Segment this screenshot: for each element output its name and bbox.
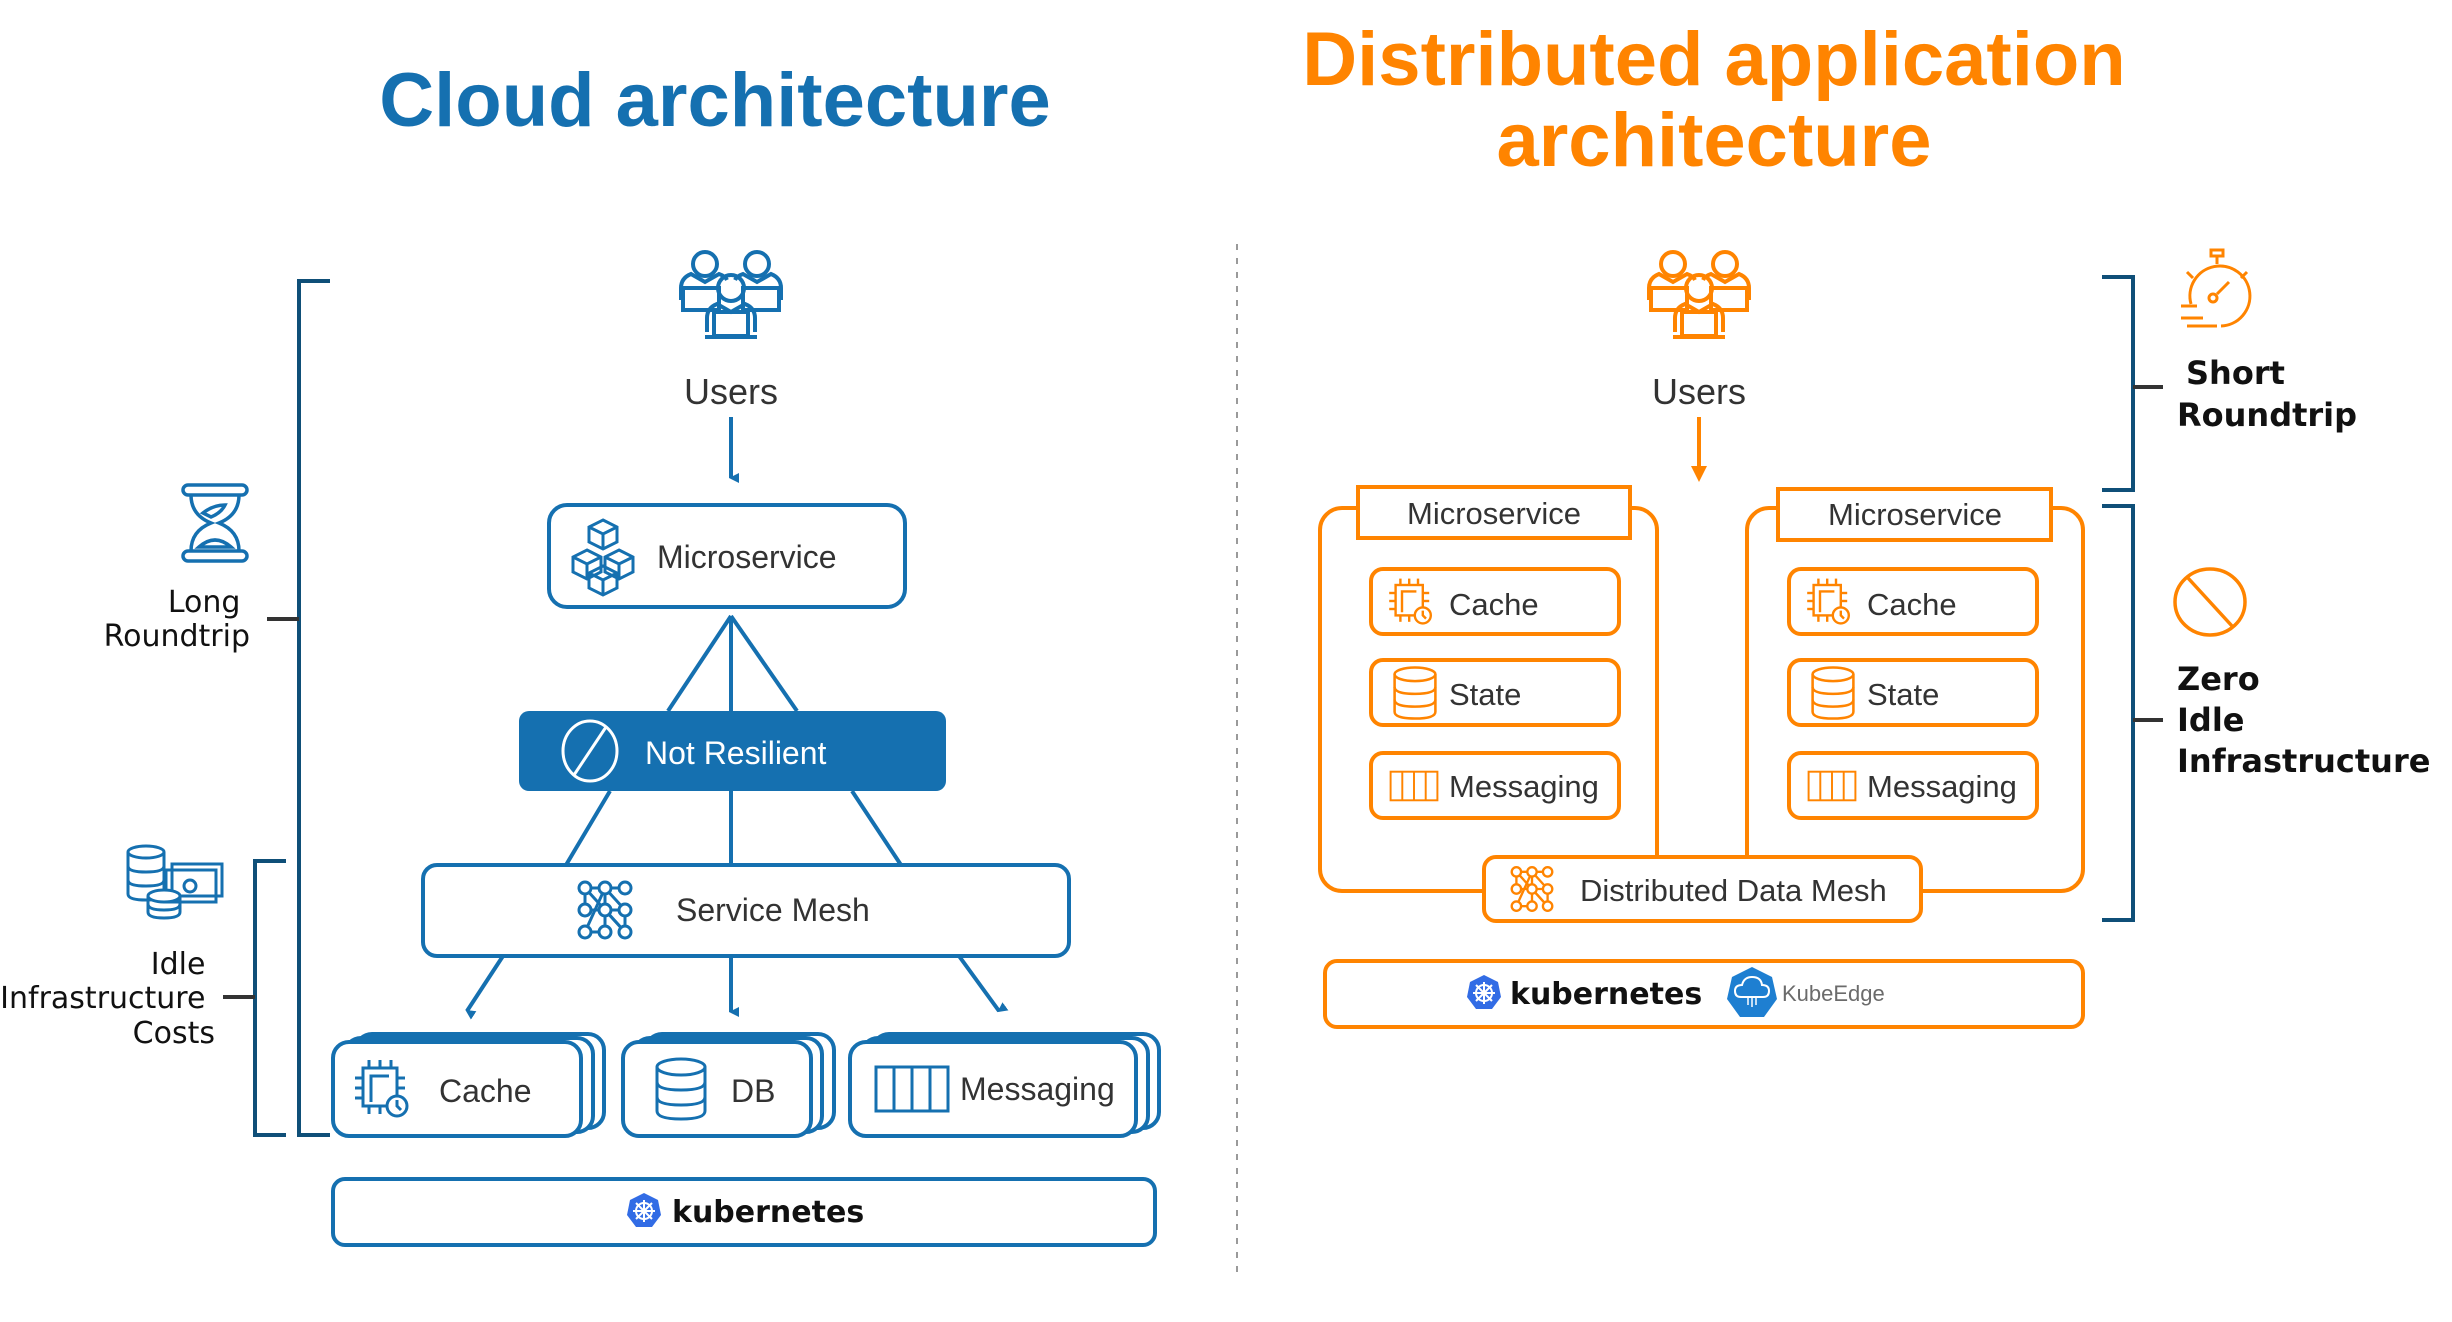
component-state[interactable]: State [1369, 658, 1621, 727]
not-resilient-label: Not Resilient [645, 735, 827, 771]
zero-idle-line: Idle [2177, 701, 2244, 739]
left-title: Cloud architecture [379, 58, 1050, 143]
hourglass-icon [181, 483, 249, 563]
idle-costs-line: Costs [133, 1016, 215, 1051]
left-service-db[interactable]: DB [621, 1032, 836, 1138]
not-resilient-badge: Not Resilient [519, 711, 946, 791]
right-microservice-container-2[interactable]: Microservice Cache State Messaging [1745, 487, 2085, 893]
component-label: State [1867, 677, 1939, 712]
distributed-data-mesh-box[interactable]: Distributed Data Mesh [1482, 855, 1923, 923]
component-cache[interactable]: Cache [1787, 567, 2039, 636]
service-mesh-label: Service Mesh [676, 892, 870, 928]
right-platform-bar: kubernetes KubeEdge [1323, 959, 2085, 1029]
left-bracket-long-roundtrip [267, 279, 330, 1137]
microservice-header-label: Microservice [1828, 497, 2002, 532]
component-label: Messaging [1449, 769, 1599, 804]
long-roundtrip-label: Long Roundtrip [104, 585, 250, 654]
component-messaging[interactable]: Messaging [1787, 751, 2039, 820]
left-microservice-label: Microservice [657, 539, 837, 575]
left-microservice-box[interactable]: Microservice [547, 503, 907, 609]
zero-idle-infrastructure-label: Zero Idle Infrastructure [2177, 660, 2430, 780]
right-title-line2: architecture [1496, 98, 1931, 183]
idle-infrastructure-costs-label: Idle Infrastructure Costs [0, 947, 215, 1051]
short-roundtrip-label: Short Roundtrip [2177, 354, 2357, 434]
microservice-header-label: Microservice [1407, 496, 1581, 531]
left-service-cache[interactable]: Cache [331, 1032, 606, 1138]
component-label: Messaging [1867, 769, 2017, 804]
mesh-icon [1510, 865, 1554, 913]
component-label: State [1449, 677, 1521, 712]
left-service-messaging[interactable]: Messaging [848, 1032, 1161, 1138]
left-service-label: DB [731, 1073, 775, 1109]
right-users-label: Users [1652, 371, 1746, 412]
right-bracket-short-roundtrip [2102, 275, 2163, 492]
short-roundtrip-line: Short [2186, 354, 2285, 392]
data-mesh-label: Distributed Data Mesh [1580, 873, 1887, 908]
component-messaging[interactable]: Messaging [1369, 751, 1621, 820]
left-users-icon [679, 250, 783, 339]
idle-costs-line: Idle [151, 947, 206, 982]
long-roundtrip-line: Long [168, 585, 241, 620]
left-service-label: Messaging [960, 1071, 1115, 1107]
prohibit-icon [2173, 567, 2247, 637]
idle-costs-line: Infrastructure [0, 981, 205, 1016]
zero-idle-line: Infrastructure [2177, 742, 2430, 780]
short-roundtrip-line: Roundtrip [2177, 396, 2357, 434]
component-label: Cache [1449, 587, 1539, 622]
zero-idle-line: Zero [2177, 660, 2260, 698]
right-microservice-container-1[interactable]: Microservice Cache State Messaging [1318, 485, 1659, 893]
architecture-comparison-diagram: Cloud architecture Users Microservice No… [0, 17, 2430, 1276]
component-state[interactable]: State [1787, 658, 2039, 727]
service-mesh-box[interactable]: Service Mesh [421, 863, 1071, 958]
right-bracket-zero-idle [2102, 504, 2163, 922]
stopwatch-icon [2181, 248, 2252, 328]
mesh-icon [577, 880, 633, 940]
left-bracket-idle-costs [223, 859, 286, 1137]
right-title-line1: Distributed application [1302, 17, 2125, 102]
component-label: Cache [1867, 587, 1957, 622]
right-kubernetes-label: kubernetes [1510, 977, 1702, 1012]
left-service-label: Cache [439, 1073, 532, 1109]
left-platform-bar: kubernetes [331, 1177, 1157, 1247]
left-users-label: Users [684, 371, 778, 412]
kubeedge-label: KubeEdge [1782, 981, 1885, 1006]
left-service-arrows [465, 954, 1009, 1020]
right-users-icon [1647, 250, 1751, 339]
coins-cash-icon [126, 844, 224, 920]
right-users-arrowhead [1691, 466, 1707, 482]
left-connector-lines-upper [666, 614, 799, 713]
component-cache[interactable]: Cache [1369, 567, 1621, 636]
long-roundtrip-line: Roundtrip [104, 619, 250, 654]
left-connector-lines-lower [564, 789, 903, 867]
left-kubernetes-label: kubernetes [672, 1195, 864, 1230]
